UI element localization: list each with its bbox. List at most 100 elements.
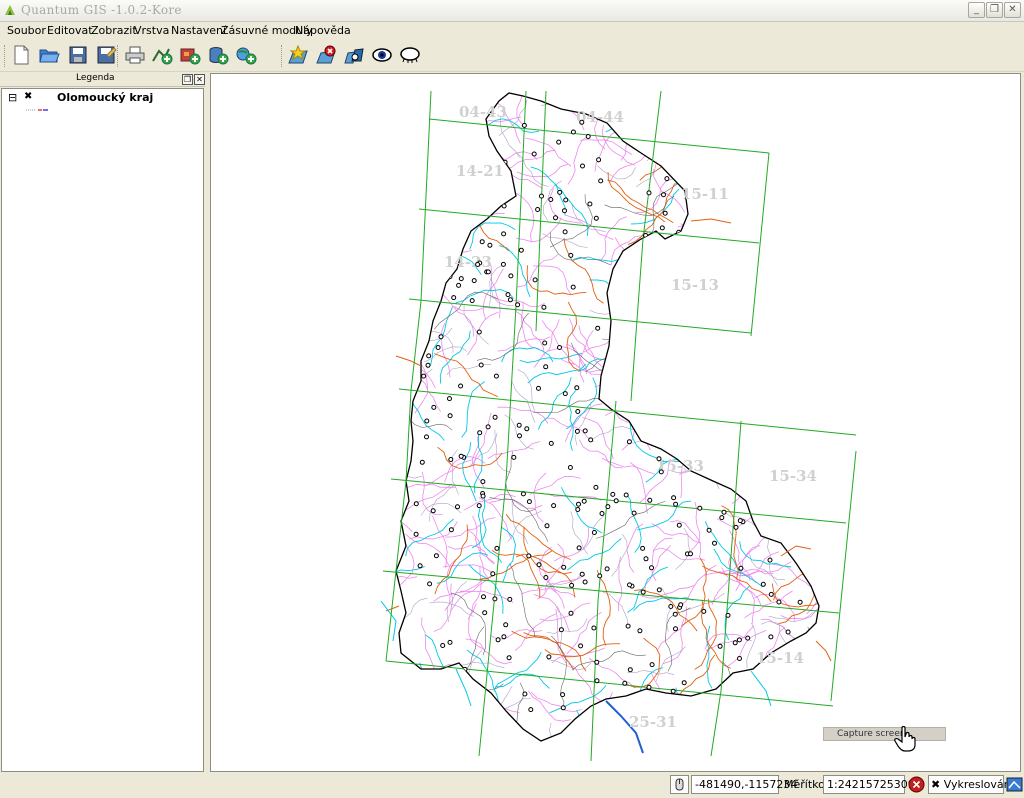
map-line [620, 253, 634, 299]
town-marker [501, 231, 507, 237]
map-line [630, 188, 680, 225]
map-line [706, 625, 713, 689]
add-raster-layer-icon[interactable] [179, 45, 203, 67]
map-canvas[interactable]: 04-43 04-44 14-21 15-11 14-23 15-13 15-3… [210, 73, 1021, 772]
menu-vrstva[interactable]: Vrstva [134, 24, 169, 37]
town-marker [764, 498, 770, 504]
toolbar-grip[interactable] [281, 45, 285, 67]
grid-label: 25-31 [629, 713, 677, 731]
town-marker [536, 385, 541, 391]
map-line [451, 449, 459, 495]
map-line [450, 197, 464, 249]
map-line [467, 187, 510, 252]
legend-layer-row[interactable]: ⊟ ✖ Olomoucký kraj [6, 91, 201, 105]
save-as-icon[interactable] [95, 45, 119, 67]
open-project-icon[interactable] [38, 45, 62, 67]
map-line [699, 730, 766, 741]
town-marker [774, 370, 780, 376]
menu-soubor[interactable]: Soubor [7, 24, 46, 37]
town-marker [501, 634, 507, 640]
overview-icon[interactable] [343, 45, 367, 67]
menu-nastaveni[interactable]: Nastavení [171, 24, 226, 37]
map-line [779, 201, 806, 247]
town-marker [596, 157, 602, 163]
map-line [455, 181, 502, 193]
show-all-icon[interactable] [371, 45, 395, 67]
minimize-button[interactable]: _ [968, 2, 985, 18]
stop-render-icon[interactable] [908, 776, 925, 793]
map-line [446, 93, 491, 97]
map-line [533, 472, 547, 523]
town-marker [750, 479, 756, 484]
map-line [743, 151, 765, 192]
town-marker [738, 565, 744, 571]
town-marker [631, 510, 637, 516]
town-marker [656, 368, 662, 374]
menu-zobrazit[interactable]: Zobrazit [91, 24, 137, 37]
town-marker [458, 383, 464, 389]
scale-input[interactable]: 1:24215725309 [823, 775, 915, 794]
town-marker [541, 304, 547, 310]
town-marker [431, 404, 437, 410]
new-project-icon[interactable] [10, 45, 34, 67]
coordinates-display: -481490,-1157234 [691, 775, 797, 794]
town-marker [582, 579, 588, 585]
map-line [713, 548, 763, 588]
town-marker [685, 360, 691, 366]
map-line [746, 622, 756, 669]
collapse-icon[interactable]: ⊟ [8, 91, 17, 104]
town-marker [448, 226, 454, 232]
legend-tree[interactable]: ⊟ ✖ Olomoucký kraj [1, 88, 204, 772]
town-marker [506, 655, 512, 661]
map-line [633, 93, 644, 148]
map-line [396, 690, 437, 727]
town-marker [663, 390, 668, 396]
map-line [553, 744, 599, 752]
add-postgis-layer-icon[interactable] [207, 45, 231, 67]
legend-layer-name[interactable]: Olomoucký kraj [57, 91, 153, 104]
town-marker [579, 119, 585, 125]
town-marker [771, 252, 777, 258]
capture-screen-tooltip: Capture screen [823, 727, 946, 741]
remove-layer-icon[interactable] [315, 45, 339, 67]
town-marker [560, 692, 566, 698]
town-marker [687, 701, 692, 707]
close-button[interactable]: ✕ [1004, 2, 1021, 18]
layer-remove-icon[interactable]: ✖ [24, 91, 32, 102]
hide-all-icon[interactable] [399, 45, 423, 67]
map-line [582, 417, 614, 460]
float-panel-button[interactable]: ❐ [182, 74, 193, 85]
town-marker [759, 713, 765, 719]
map-line [652, 547, 706, 561]
map-line [752, 365, 797, 421]
menu-editovat[interactable]: Editovat [47, 24, 93, 37]
town-marker [745, 264, 751, 270]
add-wms-layer-icon[interactable] [235, 45, 259, 67]
map-line [798, 245, 819, 291]
scale-label: Měřítko [784, 778, 825, 791]
close-panel-button[interactable]: ✕ [194, 74, 205, 85]
town-marker [719, 515, 725, 521]
maximize-button[interactable]: ❐ [986, 2, 1003, 18]
coordinate-toggle-button[interactable] [670, 775, 689, 794]
town-marker [728, 387, 734, 393]
map-line [419, 662, 428, 725]
map-line [454, 666, 465, 719]
map-line [333, 476, 391, 497]
print-icon[interactable] [124, 45, 148, 67]
map-line [673, 654, 716, 719]
new-vector-layer-icon[interactable] [287, 44, 311, 67]
town-marker [448, 457, 454, 462]
town-marker [543, 364, 549, 370]
projection-icon[interactable] [1006, 776, 1023, 793]
render-checkbox[interactable]: ✖ Vykreslování [928, 775, 1014, 794]
save-project-icon[interactable] [67, 45, 91, 67]
map-line [656, 109, 679, 151]
town-marker [576, 501, 581, 507]
toolbar-grip[interactable] [4, 45, 8, 67]
town-marker [520, 491, 526, 497]
menu-napoveda[interactable]: Nápověda [295, 24, 351, 37]
toolbar-grip[interactable] [117, 45, 121, 67]
add-vector-layer-icon[interactable] [151, 45, 175, 67]
map-line [514, 613, 556, 651]
